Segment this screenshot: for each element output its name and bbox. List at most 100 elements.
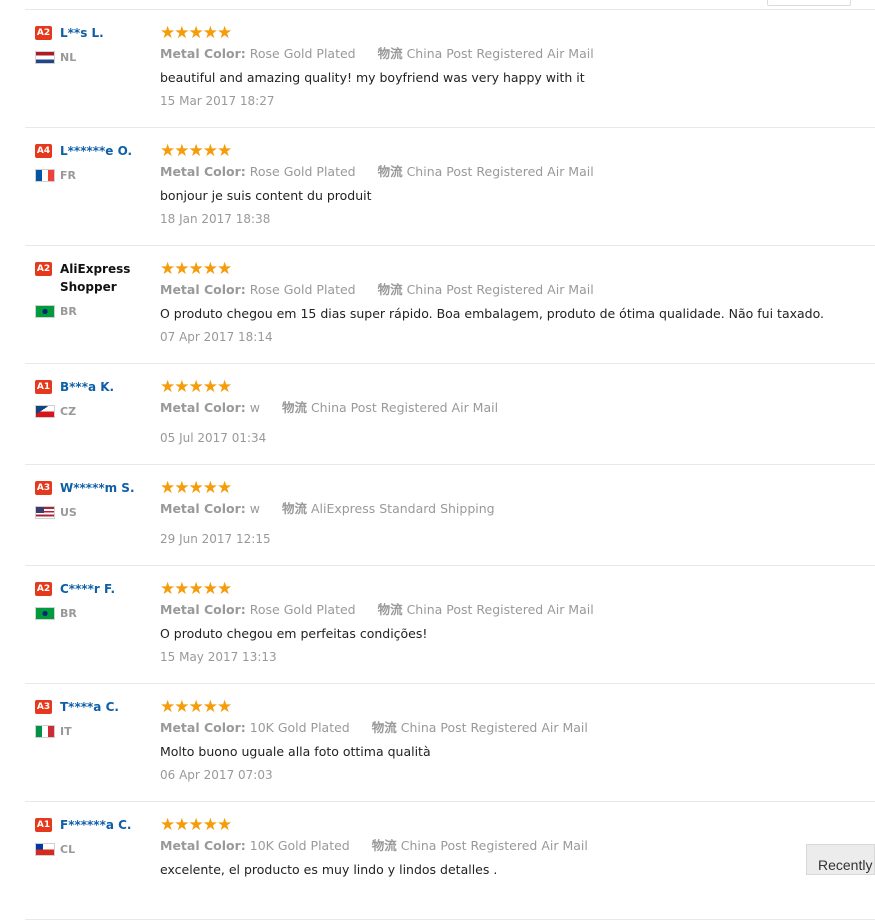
buyer-level-badge: A2 — [35, 262, 52, 276]
order-attributes: Metal Color: Rose Gold Plated 物流 China P… — [160, 602, 875, 618]
metal-color-value: 10K Gold Plated — [249, 838, 350, 853]
review-text: beautiful and amazing quality! my boyfri… — [160, 70, 585, 85]
country-code: BR — [60, 305, 77, 318]
reviewer-name: L**s L. — [60, 26, 104, 40]
country-code: US — [60, 506, 77, 519]
country-flag-icon — [35, 725, 55, 738]
metal-color-label: Metal Color: — [160, 838, 246, 853]
order-attributes: Metal Color: w 物流 China Post Registered … — [160, 400, 875, 416]
star-rating: ★★★★★ — [160, 259, 232, 279]
buyer-level-badge: A2 — [35, 582, 52, 596]
shipping-method: China Post Registered Air Mail — [406, 602, 594, 617]
sort-dropdown[interactable] — [767, 0, 851, 6]
star-rating: ★★★★★ — [160, 23, 232, 43]
reviewer-info: A2 AliExpress Shopper BR — [35, 260, 155, 318]
review-content: ★★★★★ Metal Color: Rose Gold Plated 物流 C… — [160, 142, 875, 227]
logistics-label: 物流 — [371, 838, 397, 853]
country-flag-icon — [35, 843, 55, 856]
review-content: ★★★★★ Metal Color: 10K Gold Plated 物流 Ch… — [160, 816, 875, 878]
review-content: ★★★★★ Metal Color: w 物流 AliExpress Stand… — [160, 479, 875, 547]
review-date: 06 Apr 2017 07:03 — [160, 768, 273, 782]
country-code: IT — [60, 725, 72, 738]
shipping-method: China Post Registered Air Mail — [406, 46, 594, 61]
country-flag-icon — [35, 506, 55, 519]
review-item: A3 W*****m S. US ★★★★★ Metal Color: w 物流… — [25, 465, 875, 566]
metal-color-label: Metal Color: — [160, 501, 246, 516]
metal-color-label: Metal Color: — [160, 164, 246, 179]
review-text: excelente, el producto es muy lindo y li… — [160, 862, 498, 877]
review-text: O produto chegou em perfeitas condições! — [160, 626, 428, 641]
logistics-label: 物流 — [281, 501, 307, 516]
review-item: A2 C****r F. BR ★★★★★ Metal Color: Rose … — [25, 566, 875, 684]
shipping-method: China Post Registered Air Mail — [406, 282, 594, 297]
metal-color-value: Rose Gold Plated — [249, 282, 356, 297]
metal-color-value: w — [249, 400, 260, 415]
logistics-label: 物流 — [377, 282, 403, 297]
logistics-label: 物流 — [281, 400, 307, 415]
metal-color-value: Rose Gold Plated — [249, 164, 356, 179]
metal-color-label: Metal Color: — [160, 602, 246, 617]
metal-color-value: 10K Gold Plated — [249, 720, 350, 735]
star-rating: ★★★★★ — [160, 377, 232, 397]
metal-color-label: Metal Color: — [160, 46, 246, 61]
country-code: FR — [60, 169, 76, 182]
shipping-method: China Post Registered Air Mail — [310, 400, 499, 415]
review-date: 29 Jun 2017 12:15 — [160, 532, 271, 546]
logistics-label: 物流 — [377, 602, 403, 617]
country-code: BR — [60, 607, 77, 620]
metal-color-label: Metal Color: — [160, 282, 246, 297]
review-content: ★★★★★ Metal Color: w 物流 China Post Regis… — [160, 378, 875, 446]
metal-color-value: w — [249, 501, 260, 516]
order-attributes: Metal Color: Rose Gold Plated 物流 China P… — [160, 164, 875, 180]
order-attributes: Metal Color: 10K Gold Plated 物流 China Po… — [160, 720, 875, 736]
buyer-level-badge: A2 — [35, 26, 52, 40]
shipping-method: China Post Registered Air Mail — [406, 164, 594, 179]
review-date: 07 Apr 2017 18:14 — [160, 330, 273, 344]
review-item: A2 AliExpress Shopper BR ★★★★★ Metal Col… — [25, 246, 875, 364]
review-date: 15 May 2017 13:13 — [160, 650, 277, 664]
country-flag-icon — [35, 305, 55, 318]
reviewer-name: AliExpress Shopper — [60, 262, 131, 294]
review-text: O produto chegou em 15 dias super rápido… — [160, 306, 825, 321]
buyer-level-badge: A3 — [35, 481, 52, 495]
country-flag-icon — [35, 405, 55, 418]
logistics-label: 物流 — [371, 720, 397, 735]
logistics-label: 物流 — [377, 46, 403, 61]
order-attributes: Metal Color: Rose Gold Plated 物流 China P… — [160, 46, 875, 62]
review-item: A3 T****a C. IT ★★★★★ Metal Color: 10K G… — [25, 684, 875, 802]
metal-color-value: Rose Gold Plated — [249, 46, 356, 61]
shipping-method: China Post Registered Air Mail — [400, 720, 588, 735]
reviewer-name: C****r F. — [60, 582, 115, 596]
metal-color-label: Metal Color: — [160, 720, 246, 735]
review-text: Molto buono uguale alla foto ottima qual… — [160, 744, 431, 759]
order-attributes: Metal Color: Rose Gold Plated 物流 China P… — [160, 282, 875, 298]
star-rating: ★★★★★ — [160, 815, 232, 835]
reviewer-name: W*****m S. — [60, 481, 135, 495]
review-content: ★★★★★ Metal Color: Rose Gold Plated 物流 C… — [160, 260, 875, 345]
buyer-level-badge: A1 — [35, 818, 52, 832]
review-list: A2 L**s L. NL ★★★★★ Metal Color: Rose Go… — [0, 10, 875, 920]
reviewer-name: F******a C. — [60, 818, 132, 832]
logistics-label: 物流 — [377, 164, 403, 179]
review-item: A2 L**s L. NL ★★★★★ Metal Color: Rose Go… — [25, 10, 875, 128]
buyer-level-badge: A1 — [35, 380, 52, 394]
recently-viewed-button[interactable]: Recently — [806, 844, 875, 875]
review-date: 18 Jan 2017 18:38 — [160, 212, 271, 226]
metal-color-label: Metal Color: — [160, 400, 246, 415]
review-date: 05 Jul 2017 01:34 — [160, 431, 267, 445]
shipping-method: AliExpress Standard Shipping — [310, 501, 495, 516]
reviewer-info: A1 F******a C. CL — [35, 816, 155, 856]
shipping-method: China Post Registered Air Mail — [400, 838, 588, 853]
country-code: NL — [60, 51, 77, 64]
buyer-level-badge: A3 — [35, 700, 52, 714]
country-flag-icon — [35, 607, 55, 620]
reviewer-name: B***a K. — [60, 380, 115, 394]
reviewer-name: T****a C. — [60, 700, 119, 714]
reviewer-info: A3 T****a C. IT — [35, 698, 155, 738]
review-content: ★★★★★ Metal Color: 10K Gold Plated 物流 Ch… — [160, 698, 875, 783]
review-text: bonjour je suis content du produit — [160, 188, 372, 203]
star-rating: ★★★★★ — [160, 478, 232, 498]
reviewer-info: A2 L**s L. NL — [35, 24, 155, 64]
country-code: CZ — [60, 405, 77, 418]
country-flag-icon — [35, 51, 55, 64]
